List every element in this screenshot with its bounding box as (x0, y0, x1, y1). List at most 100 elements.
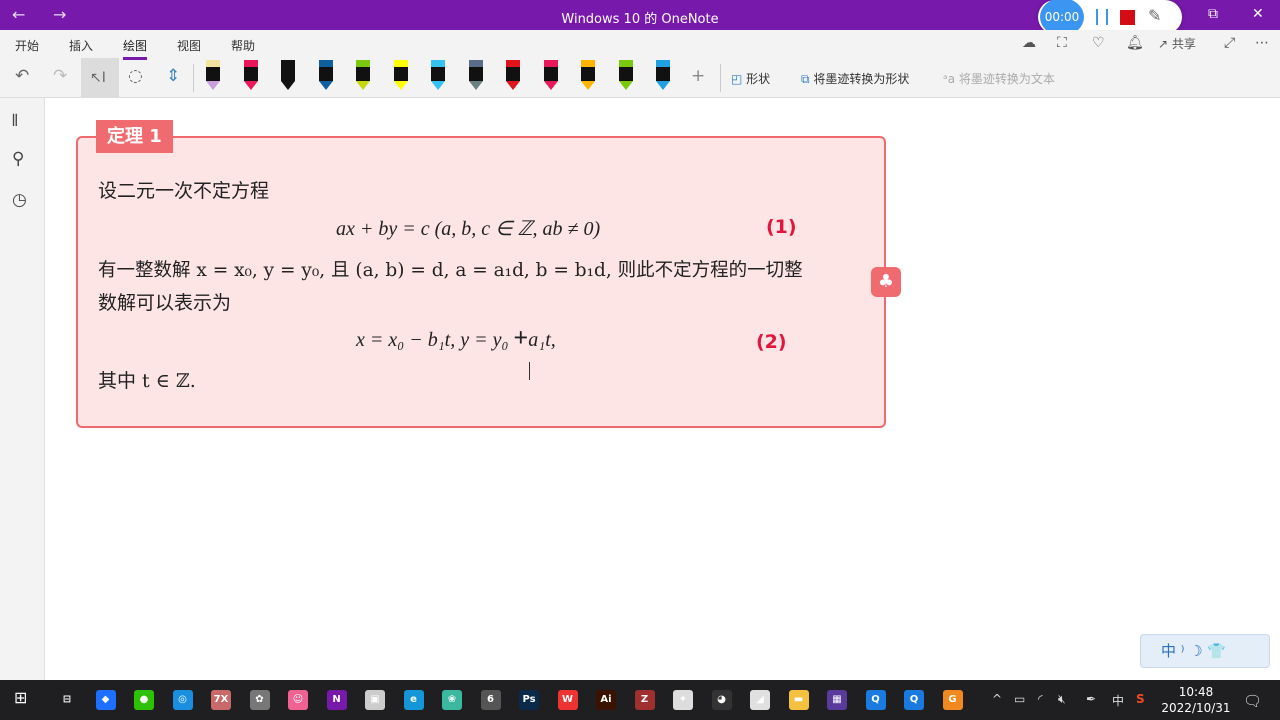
pen-2-icon[interactable] (243, 60, 258, 90)
taskbar-app-z-icon[interactable]: Z (634, 690, 655, 710)
pen-8-icon[interactable] (468, 60, 483, 90)
taskbar-app-q1-icon[interactable]: Q (865, 690, 886, 710)
theorem-text-line3: 有一整数解 x = x₀, y = y₀, 且 (a, b) = d, a = … (98, 260, 803, 281)
taskbar-app-g-icon[interactable]: G (942, 690, 963, 710)
ink-label-1: (1) (766, 216, 797, 238)
pen-5-icon[interactable] (356, 60, 370, 90)
add-pen-button[interactable]: + (691, 66, 705, 86)
taskbar-monitor-icon[interactable]: ▣ (365, 690, 385, 710)
taskbar: ⊞ ⊟ ◆ ● ◎ 7X ✿ ☺ N ▣ e ❀ 6 Ps W Ai Z ✦ ◕ ◢ ▬ ▦ Q Q G ^ ▭ ◜ 🔇︎ ✒… (0, 680, 1280, 720)
tab-help[interactable]: 帮助 (231, 37, 255, 54)
taskbar-app-red-icon[interactable]: ◢ (750, 690, 770, 710)
pause-icon[interactable] (1096, 9, 1108, 25)
taskbar-photoshop-icon[interactable]: Ps (519, 690, 539, 710)
taskbar-qq-icon[interactable]: ◕ (711, 690, 732, 710)
notebooks-icon[interactable]: 𝍪 (12, 108, 18, 137)
wifi-icon[interactable]: ◜ (1038, 692, 1043, 706)
theorem-label: 定理 1 (96, 120, 173, 153)
taskbar-task-view-icon[interactable]: ⊟ (57, 690, 77, 710)
equation-2: x = x₀ − b₁t, y = y₀ +a₁t, (356, 325, 556, 352)
taskbar-app-gear-icon[interactable]: ✦ (673, 690, 693, 710)
ime-toolbar[interactable]: 中 ⁾ ☽ 👕 (1140, 634, 1270, 668)
sync-icon[interactable]: ☁ (1022, 35, 1036, 51)
stop-icon[interactable] (1120, 10, 1135, 25)
lasso-select-icon: ↖I (90, 70, 106, 86)
club-tag-icon[interactable]: ♣ (871, 267, 901, 297)
ink-to-text-button[interactable]: ᵃa 将墨迹转换为文本 (943, 70, 1055, 87)
taskbar-wechat-icon[interactable]: ● (134, 690, 154, 710)
taskbar-app-leaf-icon[interactable]: ❀ (442, 690, 462, 710)
lasso-add-icon[interactable]: ◌ (128, 66, 143, 86)
taskbar-explorer-icon[interactable]: ▬ (788, 690, 809, 710)
redo-icon[interactable]: ↷ (53, 66, 67, 86)
pen-7-icon[interactable] (431, 60, 445, 90)
pen-11-icon[interactable] (581, 60, 595, 90)
fullscreen-icon[interactable]: ⛶ (1057, 35, 1067, 51)
ink-to-shape-label: 将墨迹转换为形状 (813, 72, 910, 86)
taskbar-edge-icon[interactable]: e (403, 690, 424, 710)
theorem-text-line1: 设二元一次不定方程 (98, 180, 270, 202)
clock[interactable]: 10:48 2022/10/31 (1160, 684, 1232, 716)
pen-6-icon[interactable] (393, 60, 408, 90)
ink-label-2: (2) (756, 331, 787, 353)
shapes-button[interactable]: ◰ 形状 (731, 70, 770, 87)
pen-1-icon[interactable] (206, 60, 220, 90)
tray-chevron-icon[interactable]: ^ (992, 692, 1002, 706)
pen-workspace-icon[interactable]: ✒ (1086, 692, 1096, 706)
tab-draw[interactable]: 绘图 (123, 37, 148, 60)
tab-view[interactable]: 视图 (177, 37, 201, 54)
bell-icon[interactable]: 🔔︎ (1126, 35, 1144, 51)
close-button[interactable]: ✕ (1252, 6, 1264, 22)
pen-3-icon[interactable] (281, 60, 295, 90)
share-button[interactable]: ↗ 共享 (1158, 35, 1196, 52)
taskbar-feishu-icon[interactable]: ◆ (95, 690, 116, 710)
add-space-icon[interactable]: ⇕ (166, 66, 180, 86)
ribbon: 开始 插入 绘图 视图 帮助 ☁ ⛶ ♡ 🔔︎ ↗ 共享 ⤢ ⋯ ↶ ↷ ↖I … (0, 30, 1280, 98)
ime-indicator[interactable]: 中 (1112, 692, 1124, 709)
pen-12-icon[interactable] (618, 60, 633, 90)
search-icon[interactable]: ⚲ (12, 149, 24, 169)
pen-10-icon[interactable] (543, 60, 558, 90)
share-label: 共享 (1171, 37, 1196, 51)
shapes-label: 形状 (746, 72, 771, 86)
restore-button[interactable]: ⧉ (1208, 6, 1218, 22)
pen-icon[interactable]: ✎ (1148, 6, 1161, 25)
volume-muted-icon[interactable]: 🔇︎ (1058, 692, 1066, 707)
more-icon[interactable]: ⋯ (1255, 35, 1269, 51)
battery-icon[interactable]: ▭ (1014, 692, 1025, 706)
taskbar-browser-icon[interactable]: ◎ (172, 690, 193, 710)
taskbar-wps-icon[interactable]: W (557, 690, 578, 710)
taskbar-app-purple-icon[interactable]: ▦ (827, 690, 847, 710)
equation-2-right: a₁t, (528, 329, 556, 351)
divider (193, 64, 194, 92)
undo-icon[interactable]: ↶ (15, 66, 29, 86)
expand-icon[interactable]: ⤢ (1224, 35, 1235, 51)
theorem-text-line4: 数解可以表示为 (98, 292, 232, 314)
text-cursor (529, 362, 530, 380)
taskbar-app-6-icon[interactable]: 6 (480, 690, 501, 710)
tab-home[interactable]: 开始 (15, 37, 39, 54)
ink-to-shape-icon: ⧉ (801, 72, 810, 86)
notifications-icon[interactable]: 🗨︎ (1243, 692, 1262, 710)
screen-recorder: 00:00 ✎ (1038, 0, 1182, 36)
tab-insert[interactable]: 插入 (69, 37, 93, 54)
start-icon[interactable]: ⊞ (14, 688, 27, 707)
pen-4-icon[interactable] (318, 60, 333, 90)
lightbulb-icon[interactable]: ♡ (1092, 35, 1105, 51)
pen-13-icon[interactable] (656, 60, 670, 90)
taskbar-onenote-icon[interactable]: N (326, 690, 347, 710)
sogou-icon[interactable]: S (1136, 692, 1145, 706)
clock-date: 2022/10/31 (1161, 701, 1231, 715)
ink-to-shape-button[interactable]: ⧉ 将墨迹转换为形状 (801, 70, 909, 87)
taskbar-illustrator-icon[interactable]: Ai (596, 690, 616, 710)
recent-icon[interactable]: ◷ (12, 190, 27, 210)
clock-time: 10:48 (1178, 685, 1214, 699)
taskbar-app-q2-icon[interactable]: Q (904, 690, 924, 710)
pen-9-icon[interactable] (506, 60, 520, 90)
taskbar-paint-icon[interactable]: ✿ (249, 690, 270, 710)
taskbar-app-pink-icon[interactable]: ☺ (288, 690, 308, 710)
taskbar-7zip-icon[interactable]: 7X (211, 690, 231, 710)
ink-plus-sign: + (513, 323, 529, 352)
theorem-text-line6: 其中 t ∈ ℤ. (98, 370, 196, 392)
ink-to-text-label: 将墨迹转换为文本 (958, 72, 1055, 86)
